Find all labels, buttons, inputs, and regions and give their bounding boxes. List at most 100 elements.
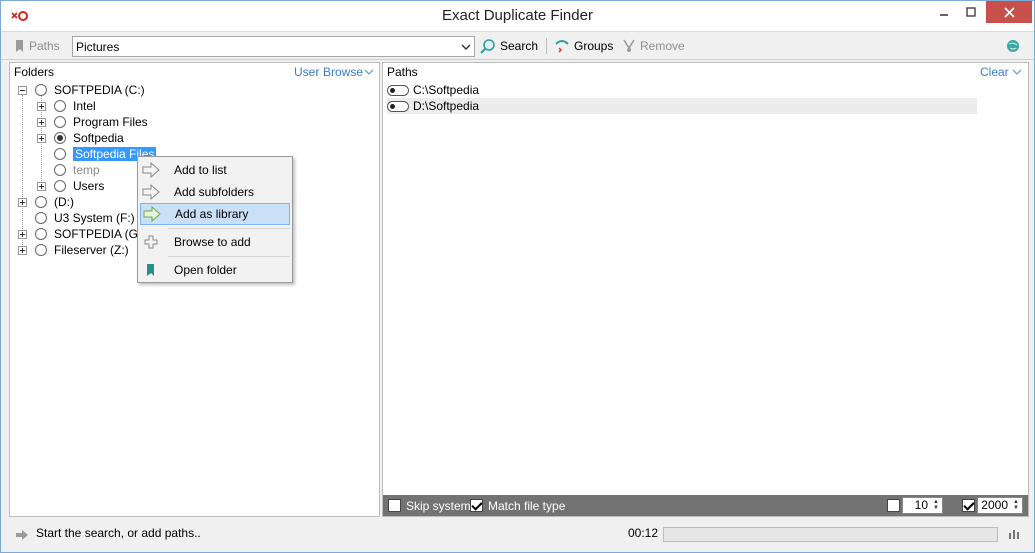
path-item[interactable]: C:\Softpedia bbox=[387, 82, 479, 98]
min-size-checkbox[interactable] bbox=[887, 499, 900, 512]
browse-link[interactable]: Browse bbox=[323, 65, 363, 79]
radio-button[interactable] bbox=[35, 212, 47, 224]
expand-icon[interactable] bbox=[37, 181, 46, 191]
toggle-switch[interactable] bbox=[387, 100, 409, 112]
skip-system-checkbox[interactable] bbox=[388, 499, 401, 512]
tree-item-drive-z[interactable]: Fileserver (Z:) bbox=[18, 242, 129, 258]
path-item[interactable]: D:\Softpedia bbox=[387, 98, 977, 114]
paths-combobox-value: Pictures bbox=[76, 39, 120, 54]
expand-icon[interactable] bbox=[37, 101, 46, 111]
radio-button[interactable] bbox=[35, 84, 47, 96]
tree-item-label: U3 System (F:) bbox=[54, 211, 135, 225]
tree-item-drive-c[interactable]: SOFTPEDIA (C:) bbox=[18, 82, 145, 98]
path-item-label: D:\Softpedia bbox=[413, 99, 480, 113]
tree-item-drive-d[interactable]: (D:) bbox=[18, 194, 74, 210]
match-file-type-label: Match file type bbox=[488, 499, 566, 513]
close-icon bbox=[1003, 6, 1015, 18]
paths-toolbar-button[interactable]: Paths bbox=[15, 32, 60, 60]
toggle-switch[interactable] bbox=[387, 84, 409, 96]
groups-button[interactable]: Groups bbox=[554, 32, 613, 60]
options-bar: Skip system Match file type 10 ▲ ▼ 2000 ▲… bbox=[383, 495, 1028, 516]
remove-label: Remove bbox=[640, 39, 685, 53]
chevron-down-icon[interactable] bbox=[364, 68, 374, 76]
clear-link[interactable]: Clear bbox=[980, 65, 1009, 79]
radio-button[interactable] bbox=[54, 116, 66, 128]
expand-icon[interactable] bbox=[37, 117, 46, 127]
menu-item-browse-to-add[interactable]: Browse to add bbox=[140, 231, 290, 253]
menu-item-label: Open folder bbox=[174, 263, 237, 277]
menu-item-add-subfolders[interactable]: Add subfolders bbox=[140, 181, 290, 203]
tree-item-temp[interactable]: temp bbox=[37, 162, 100, 178]
min-size-spinner[interactable]: 10 ▲ ▼ bbox=[902, 497, 943, 514]
tree-item-label: SOFTPEDIA (C:) bbox=[54, 83, 145, 97]
groups-icon bbox=[555, 40, 569, 53]
tree-item-label: SOFTPEDIA (G:) bbox=[54, 227, 146, 241]
plus-icon bbox=[144, 235, 158, 249]
radio-button[interactable] bbox=[54, 180, 66, 192]
folders-panel: Folders User Browse SOFTPEDIA (C:) Intel… bbox=[9, 62, 380, 517]
maximize-icon bbox=[966, 7, 976, 17]
maximize-button[interactable] bbox=[957, 1, 985, 23]
tree-item-softpedia[interactable]: Softpedia bbox=[37, 130, 124, 146]
spinner-arrows-icon[interactable]: ▲ ▼ bbox=[931, 499, 941, 511]
toolbar: Paths Pictures Search Groups Remove bbox=[1, 32, 1034, 60]
tree-item-label: Fileserver (Z:) bbox=[54, 243, 129, 257]
tree-item-drive-g[interactable]: SOFTPEDIA (G:) bbox=[18, 226, 145, 242]
radio-button[interactable] bbox=[54, 148, 66, 160]
menu-item-open-folder[interactable]: Open folder bbox=[140, 259, 290, 281]
minimize-icon bbox=[940, 14, 948, 16]
tree-item-program-files[interactable]: Program Files bbox=[37, 114, 148, 130]
globe-icon bbox=[1007, 40, 1019, 52]
radio-button-selected[interactable] bbox=[54, 132, 66, 144]
bar-chart-icon[interactable] bbox=[1008, 528, 1020, 540]
max-size-checkbox[interactable] bbox=[962, 499, 975, 512]
tree-item-intel[interactable]: Intel bbox=[37, 98, 96, 114]
tree-item-label: Users bbox=[73, 179, 105, 193]
arrow-right-icon bbox=[16, 530, 28, 540]
tree-item-drive-f[interactable]: U3 System (F:) bbox=[18, 210, 135, 226]
app-window: Exact Duplicate Finder Paths Pictures Se… bbox=[0, 0, 1035, 553]
close-button[interactable] bbox=[986, 1, 1032, 23]
menu-item-add-as-library[interactable]: Add as library bbox=[140, 203, 290, 225]
chevron-down-icon[interactable] bbox=[460, 41, 472, 53]
search-button[interactable]: Search bbox=[480, 32, 538, 60]
bookmark-icon bbox=[147, 264, 154, 276]
paths-combobox[interactable]: Pictures bbox=[72, 36, 475, 57]
min-size-value: 10 bbox=[914, 498, 928, 512]
max-size-spinner[interactable]: 2000 ▲ ▼ bbox=[977, 497, 1023, 514]
radio-button[interactable] bbox=[35, 228, 47, 240]
menu-separator bbox=[168, 228, 290, 229]
paths-toolbar-label: Paths bbox=[29, 39, 60, 53]
menu-item-label: Add subfolders bbox=[174, 185, 255, 199]
expand-icon[interactable] bbox=[18, 245, 27, 255]
menu-item-label: Add as library bbox=[175, 207, 249, 221]
arrow-right-icon bbox=[142, 184, 160, 200]
minimize-button[interactable] bbox=[930, 1, 958, 23]
tree-item-label: Intel bbox=[73, 99, 96, 113]
expand-icon[interactable] bbox=[18, 229, 27, 239]
status-bar: Start the search, or add paths.. 00:12 bbox=[1, 520, 1034, 552]
radio-button[interactable] bbox=[35, 244, 47, 256]
paths-header: Paths bbox=[387, 65, 418, 79]
radio-button[interactable] bbox=[35, 196, 47, 208]
help-button[interactable] bbox=[1006, 32, 1020, 60]
tree-item-users[interactable]: Users bbox=[37, 178, 104, 194]
spinner-arrows-icon[interactable]: ▲ ▼ bbox=[1011, 499, 1021, 511]
window-title: Exact Duplicate Finder bbox=[442, 7, 593, 24]
paths-panel: Paths Clear C:\Softpedia D:\Softpedia Sk… bbox=[382, 62, 1029, 517]
search-label: Search bbox=[500, 39, 539, 53]
tree-item-label: (D:) bbox=[54, 195, 74, 209]
radio-button[interactable] bbox=[54, 164, 66, 176]
remove-button[interactable]: Remove bbox=[622, 32, 685, 60]
radio-button[interactable] bbox=[54, 100, 66, 112]
chevron-down-icon[interactable] bbox=[1012, 68, 1022, 76]
tree-item-label: Softpedia bbox=[73, 131, 124, 145]
expand-icon[interactable] bbox=[37, 133, 46, 143]
toolbar-divider bbox=[546, 38, 547, 54]
collapse-icon[interactable] bbox=[18, 85, 27, 95]
expand-icon[interactable] bbox=[18, 197, 27, 207]
scissors-icon bbox=[623, 39, 635, 52]
match-file-type-checkbox[interactable] bbox=[470, 499, 483, 512]
menu-item-add-to-list[interactable]: Add to list bbox=[140, 159, 290, 181]
user-link[interactable]: User bbox=[294, 65, 319, 79]
